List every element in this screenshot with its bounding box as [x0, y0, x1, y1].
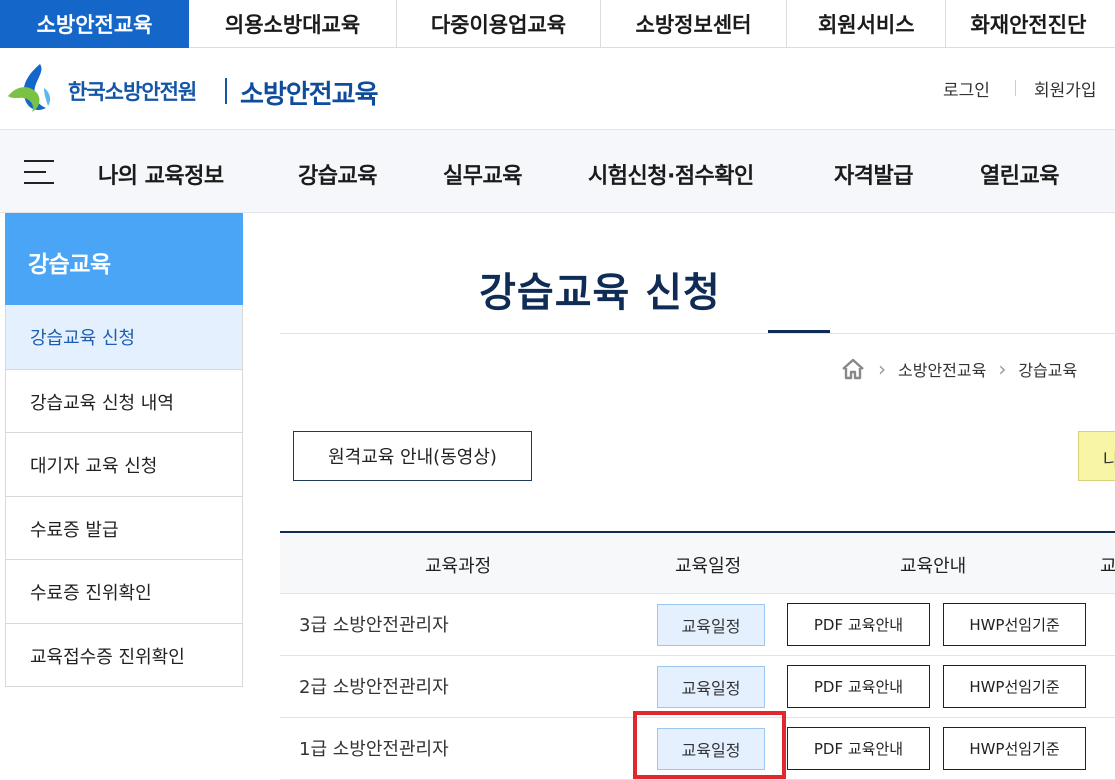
sidebar-item-training-apply[interactable]: 강습교육 신청 [6, 305, 242, 369]
topnav-item-fire-safety-diagnosis[interactable]: 화재안전진단 [946, 0, 1115, 48]
table-row: 1급 소방안전관리자 교육일정 PDF 교육안내 HWP선임기준 [280, 718, 1115, 780]
sidebar-item-receipt-verify[interactable]: 교육접수증 진위확인 [6, 622, 242, 687]
title-accent-bar [768, 330, 830, 333]
pdf-guide-button[interactable]: PDF 교육안내 [787, 665, 930, 708]
sidebar-item-certificate-issue[interactable]: 수료증 발급 [6, 495, 242, 560]
hwp-criteria-button[interactable]: HWP선임기준 [943, 603, 1086, 646]
pdf-guide-button[interactable]: PDF 교육안내 [787, 603, 930, 646]
gnb-item-open-edu[interactable]: 열린교육 [980, 158, 1059, 190]
main-nav: 나의 교육정보 강습교육 실무교육 시험신청·점수확인 자격발급 열린교육 [0, 130, 1115, 213]
chevron-right-icon: › [998, 357, 1007, 381]
table-row: 2급 소방안전관리자 교육일정 PDF 교육안내 HWP선임기준 [280, 656, 1115, 718]
topnav-item-volunteer-fire-edu[interactable]: 의용소방대교육 [189, 0, 397, 48]
sidebar-item-apply-history[interactable]: 강습교육 신청 내역 [6, 368, 242, 433]
title-divider [280, 333, 1115, 334]
schedule-button[interactable]: 교육일정 [657, 728, 765, 770]
topnav-item-fire-info-center[interactable]: 소방정보센터 [601, 0, 788, 48]
table-header: 교육과정 교육일정 교육안내 교 [280, 531, 1115, 594]
signup-link[interactable]: 회원가입 [1034, 76, 1097, 101]
util-divider [1015, 80, 1016, 96]
gnb-item-my-edu-info[interactable]: 나의 교육정보 [98, 158, 224, 190]
th-guide: 교육안내 [900, 556, 967, 577]
pdf-guide-button[interactable]: PDF 교육안내 [787, 727, 930, 770]
th-schedule: 교육일정 [675, 556, 742, 577]
hwp-criteria-button[interactable]: HWP선임기준 [943, 665, 1086, 708]
fire-safety-logo-icon[interactable] [6, 62, 60, 114]
gnb-item-training-course[interactable]: 강습교육 [298, 158, 377, 190]
home-icon[interactable] [840, 357, 866, 381]
schedule-button[interactable]: 교육일정 [657, 666, 765, 708]
logo-divider [225, 78, 227, 104]
sidebar-title: 강습교육 [5, 213, 243, 305]
schedule-button[interactable]: 교육일정 [657, 604, 765, 646]
sidebar-item-certificate-verify[interactable]: 수료증 진위확인 [6, 559, 242, 623]
remote-edu-guide-button[interactable]: 원격교육 안내(동영상) [293, 431, 532, 481]
course-name: 2급 소방안전관리자 [299, 677, 449, 698]
top-nav-bar: 소방안전교육 의용소방대교육 다중이용업교육 소방정보센터 회원서비스 화재안전… [0, 0, 1115, 48]
breadcrumb: › 소방안전교육 › 강습교육 [840, 356, 1077, 382]
th-truncated: 교 [1100, 556, 1115, 577]
hamburger-menu-icon[interactable] [24, 160, 54, 184]
login-link[interactable]: 로그인 [943, 76, 990, 101]
course-table: 교육과정 교육일정 교육안내 교 3급 소방안전관리자 교육일정 PDF 교육안… [280, 531, 1115, 780]
th-course: 교육과정 [425, 556, 492, 577]
sidebar-menu: 강습교육 신청 강습교육 신청 내역 대기자 교육 신청 수료증 발급 수료증 … [5, 305, 243, 687]
org-name[interactable]: 한국소방안전원 [68, 76, 197, 106]
topnav-item-fire-safety-edu[interactable]: 소방안전교육 [0, 0, 190, 48]
course-name: 1급 소방안전관리자 [299, 739, 449, 760]
yellow-action-button[interactable]: 나 [1078, 431, 1115, 481]
page-title: 강습교육 신청 [479, 270, 721, 316]
gnb-item-practical-edu[interactable]: 실무교육 [443, 158, 522, 190]
breadcrumb-item-fire-safety-edu[interactable]: 소방안전교육 [898, 357, 986, 381]
site-header: 한국소방안전원 소방안전교육 로그인 회원가입 [0, 48, 1115, 130]
hwp-criteria-button[interactable]: HWP선임기준 [943, 727, 1086, 770]
chevron-right-icon: › [878, 357, 886, 381]
course-name: 3급 소방안전관리자 [299, 615, 449, 636]
gnb-item-certification[interactable]: 자격발급 [834, 158, 913, 190]
breadcrumb-item-training[interactable]: 강습교육 [1018, 357, 1077, 381]
topnav-item-member-service[interactable]: 회원서비스 [787, 0, 947, 48]
site-name[interactable]: 소방안전교육 [240, 74, 379, 111]
gnb-item-exam-score[interactable]: 시험신청·점수확인 [588, 158, 754, 190]
topnav-item-multi-use-edu[interactable]: 다중이용업교육 [397, 0, 601, 48]
table-row: 3급 소방안전관리자 교육일정 PDF 교육안내 HWP선임기준 [280, 594, 1115, 656]
sidebar-item-waitlist-apply[interactable]: 대기자 교육 신청 [6, 432, 242, 496]
